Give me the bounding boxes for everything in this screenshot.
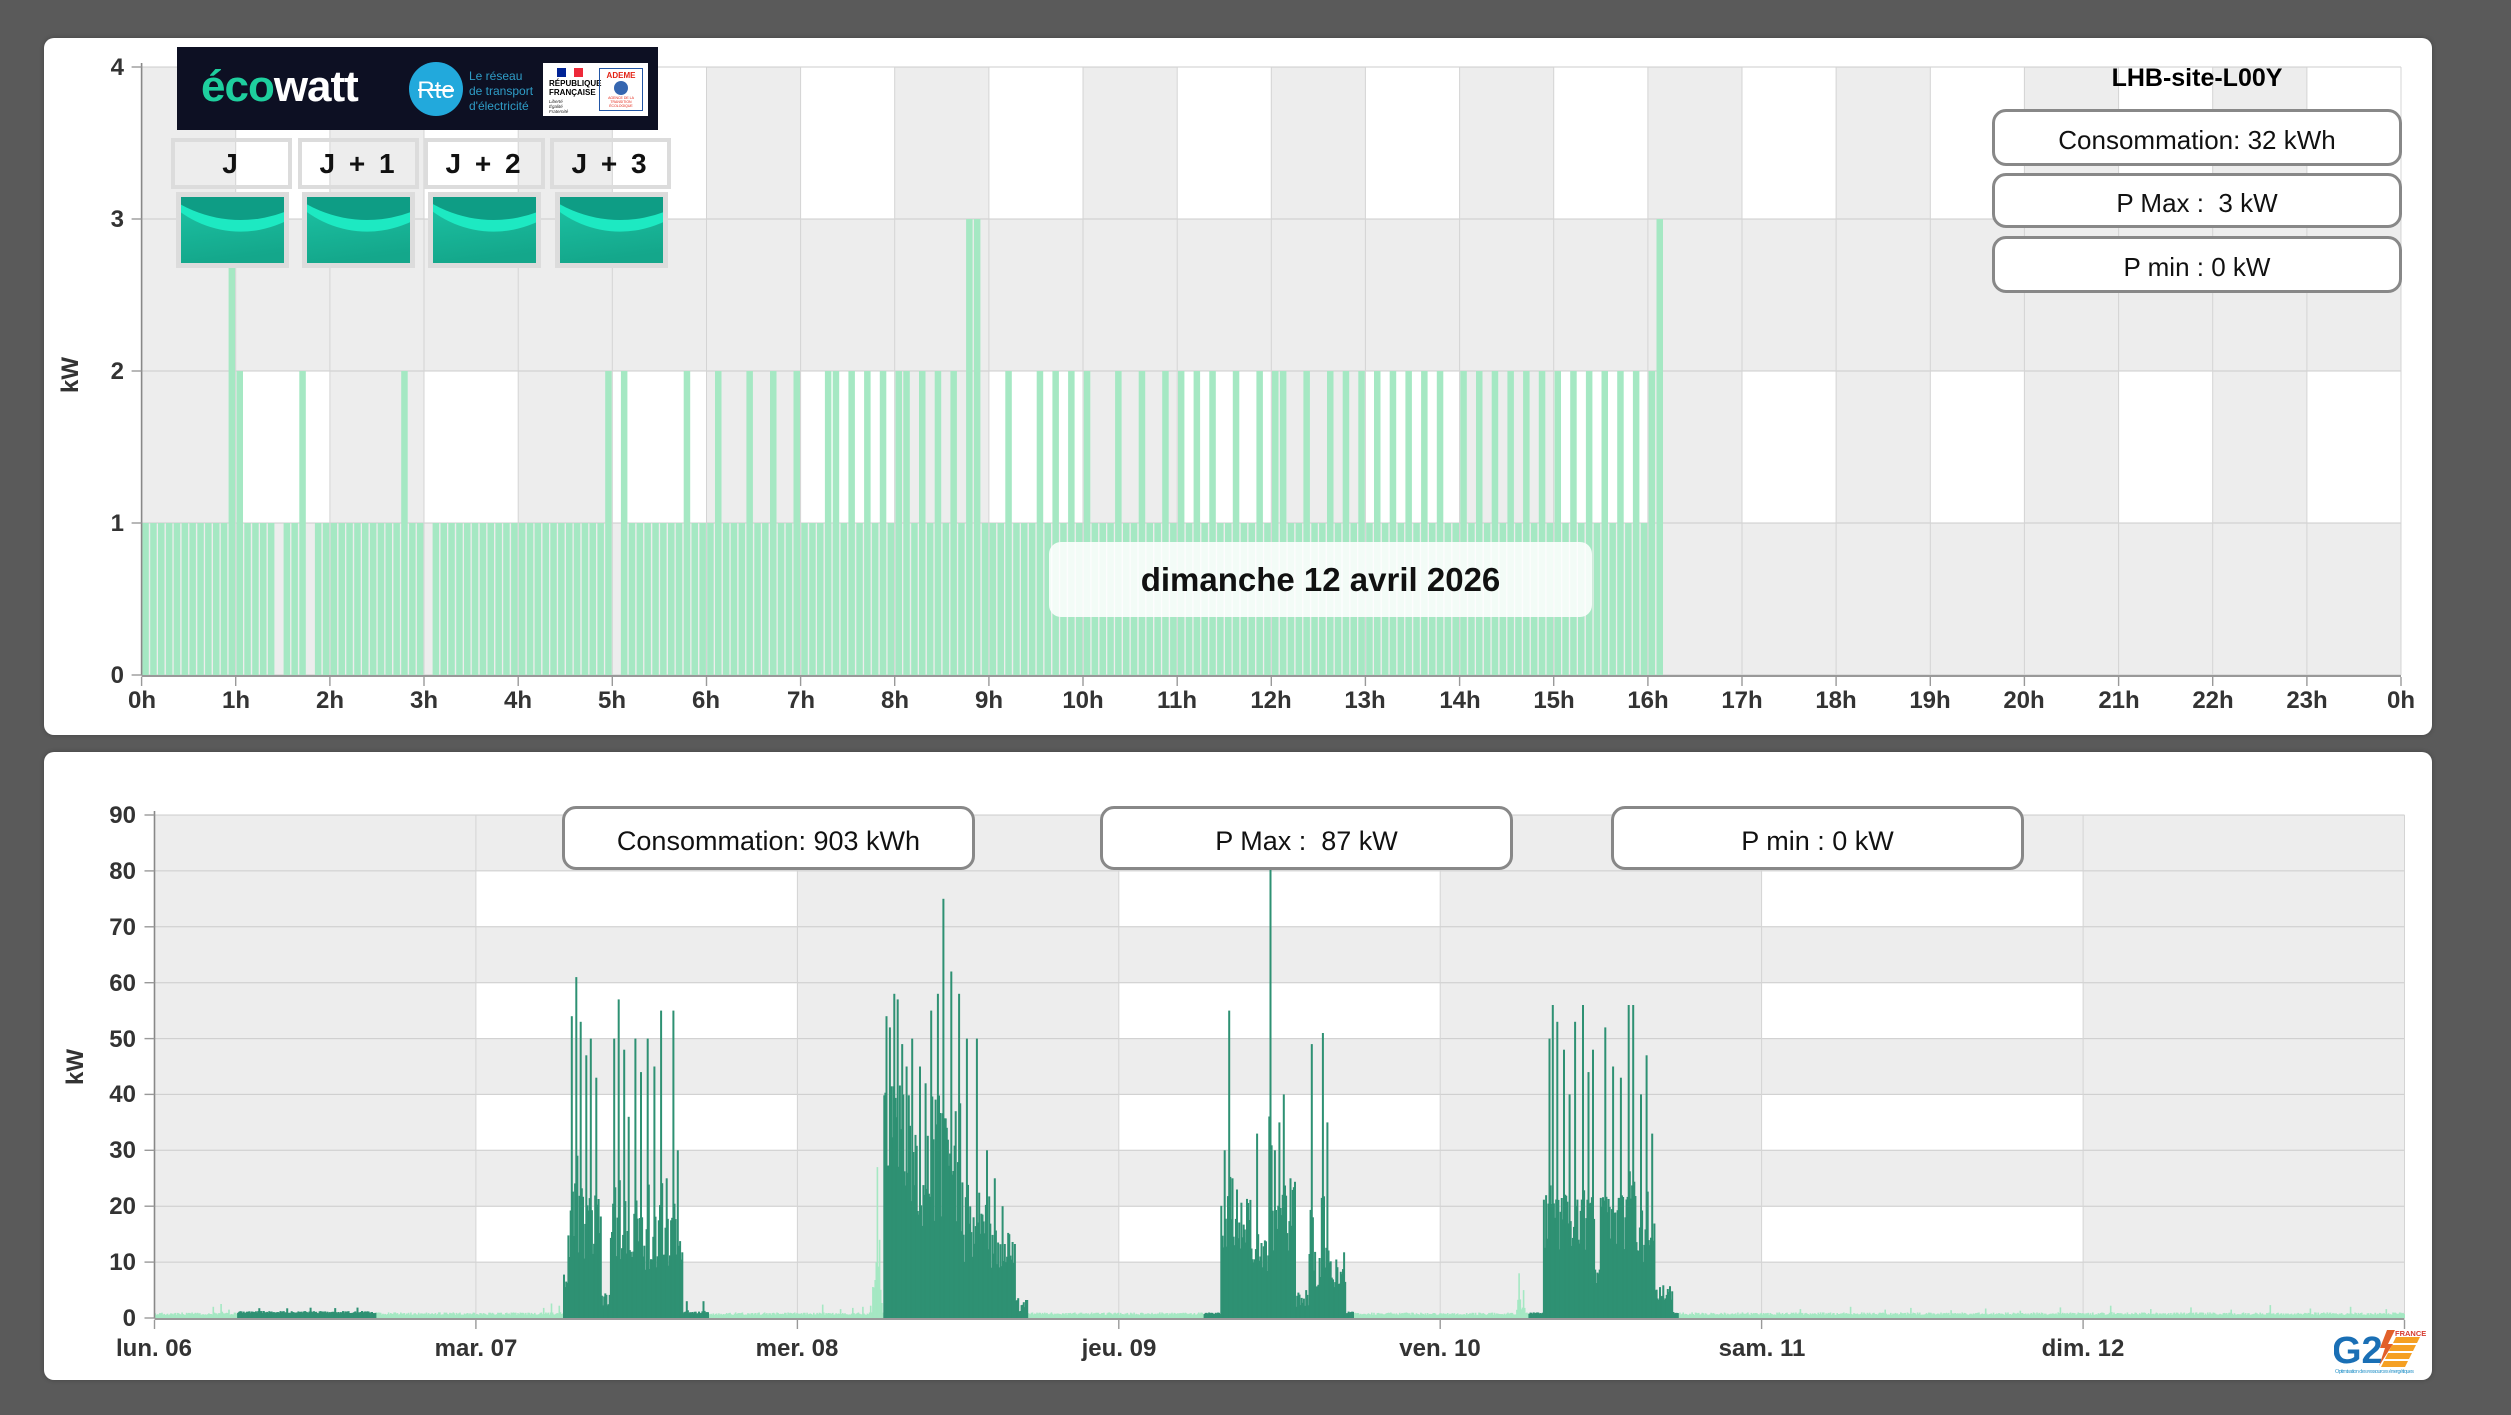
svg-text:23h: 23h — [2286, 687, 2327, 714]
svg-text:mer. 08: mer. 08 — [756, 1335, 839, 1362]
svg-text:2: 2 — [111, 358, 124, 385]
svg-text:7h: 7h — [787, 687, 815, 714]
svg-text:16h: 16h — [1627, 687, 1668, 714]
svg-text:15h: 15h — [1533, 687, 1574, 714]
svg-text:20: 20 — [109, 1193, 136, 1220]
svg-text:2h: 2h — [316, 687, 344, 714]
svg-text:90: 90 — [109, 802, 136, 829]
svg-text:14h: 14h — [1439, 687, 1480, 714]
svg-text:12h: 12h — [1250, 687, 1291, 714]
svg-text:19h: 19h — [1909, 687, 1950, 714]
svg-text:80: 80 — [109, 858, 136, 885]
svg-text:0: 0 — [123, 1305, 136, 1332]
svg-text:jeu. 09: jeu. 09 — [1081, 1335, 1157, 1362]
svg-text:20h: 20h — [2003, 687, 2044, 714]
svg-text:kW: kW — [57, 357, 84, 393]
svg-text:4: 4 — [111, 54, 125, 81]
svg-text:0: 0 — [111, 662, 124, 689]
svg-text:mar. 07: mar. 07 — [435, 1335, 518, 1362]
svg-text:11h: 11h — [1157, 687, 1197, 714]
svg-text:60: 60 — [109, 970, 136, 997]
svg-text:9h: 9h — [975, 687, 1003, 714]
svg-text:lun. 06: lun. 06 — [116, 1335, 192, 1362]
svg-text:18h: 18h — [1815, 687, 1856, 714]
svg-text:G2: G2 — [2334, 1330, 2383, 1372]
svg-text:1h: 1h — [222, 687, 250, 714]
svg-text:8h: 8h — [881, 687, 909, 714]
svg-text:40: 40 — [109, 1081, 136, 1108]
svg-text:4h: 4h — [504, 687, 532, 714]
svg-text:Optimisation des ressources én: Optimisation des ressources énergétiques — [2335, 1369, 2414, 1375]
svg-text:22h: 22h — [2192, 687, 2233, 714]
svg-text:17h: 17h — [1721, 687, 1762, 714]
svg-text:3: 3 — [111, 206, 124, 233]
svg-text:30: 30 — [109, 1137, 136, 1164]
svg-text:0h: 0h — [2387, 687, 2415, 714]
svg-text:10: 10 — [109, 1249, 136, 1276]
svg-text:0h: 0h — [128, 687, 156, 714]
svg-text:sam. 11: sam. 11 — [1719, 1335, 1806, 1362]
svg-text:dim. 12: dim. 12 — [2042, 1335, 2125, 1362]
svg-text:1: 1 — [111, 510, 124, 537]
svg-text:FRANCE: FRANCE — [2395, 1329, 2426, 1338]
svg-text:3h: 3h — [410, 687, 438, 714]
svg-text:50: 50 — [109, 1026, 136, 1053]
svg-text:21h: 21h — [2098, 687, 2139, 714]
svg-text:10h: 10h — [1062, 687, 1103, 714]
svg-text:13h: 13h — [1344, 687, 1385, 714]
svg-text:kW: kW — [62, 1049, 89, 1085]
svg-text:70: 70 — [109, 914, 136, 941]
svg-text:6h: 6h — [692, 687, 720, 714]
svg-text:ven. 10: ven. 10 — [1399, 1335, 1480, 1362]
svg-text:5h: 5h — [598, 687, 626, 714]
